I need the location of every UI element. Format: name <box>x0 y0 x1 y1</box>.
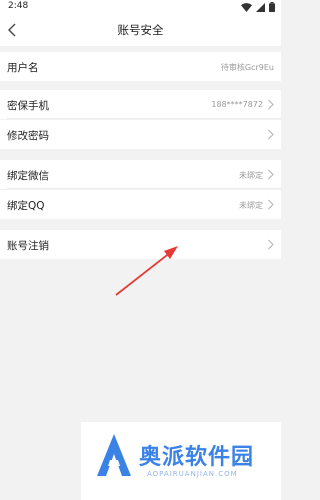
status-icons <box>241 2 275 12</box>
page-title: 账号安全 <box>117 23 164 37</box>
watermark-logo-icon <box>97 434 131 476</box>
watermark-subtitle: AOPAIRUANJIAN.COM <box>147 470 238 478</box>
bind-qq-status: 未绑定 <box>239 201 263 210</box>
wifi-icon <box>241 2 252 12</box>
bind-wechat-row[interactable]: 绑定微信 未绑定 <box>0 160 281 189</box>
cancel-account-row[interactable]: 账号注销 <box>0 230 281 259</box>
bind-wechat-status: 未绑定 <box>239 171 263 180</box>
chevron-right-icon <box>268 129 274 140</box>
bind-qq-label: 绑定QQ <box>7 200 45 212</box>
security-phone-value: 188****7872 <box>211 100 263 109</box>
bind-wechat-label: 绑定微信 <box>7 170 49 182</box>
username-label: 用户名 <box>7 62 39 74</box>
change-password-label: 修改密码 <box>7 130 49 142</box>
username-value: 待审核Gcr9Eu <box>220 63 274 72</box>
nav-bar: 账号安全 <box>0 15 281 46</box>
battery-icon <box>269 2 275 12</box>
username-row: 用户名 待审核Gcr9Eu <box>0 52 281 81</box>
chevron-right-icon <box>268 239 274 250</box>
status-bar: 2:48 <box>0 0 281 15</box>
security-phone-label: 密保手机 <box>7 100 49 112</box>
row-divider <box>7 118 281 119</box>
chevron-right-icon <box>268 99 274 110</box>
bind-qq-row[interactable]: 绑定QQ 未绑定 <box>0 190 281 219</box>
watermark-title: 奥派软件园 <box>139 445 255 470</box>
change-password-row[interactable]: 修改密码 <box>0 120 281 149</box>
cellular-signal-icon <box>256 2 265 12</box>
chevron-right-icon <box>268 199 274 210</box>
row-divider <box>7 188 281 189</box>
status-time: 2:48 <box>8 1 29 11</box>
watermark: 奥派软件园 AOPAIRUANJIAN.COM <box>81 422 281 500</box>
chevron-right-icon <box>268 169 274 180</box>
security-phone-row[interactable]: 密保手机 188****7872 <box>0 90 281 119</box>
cancel-account-label: 账号注销 <box>7 240 49 252</box>
